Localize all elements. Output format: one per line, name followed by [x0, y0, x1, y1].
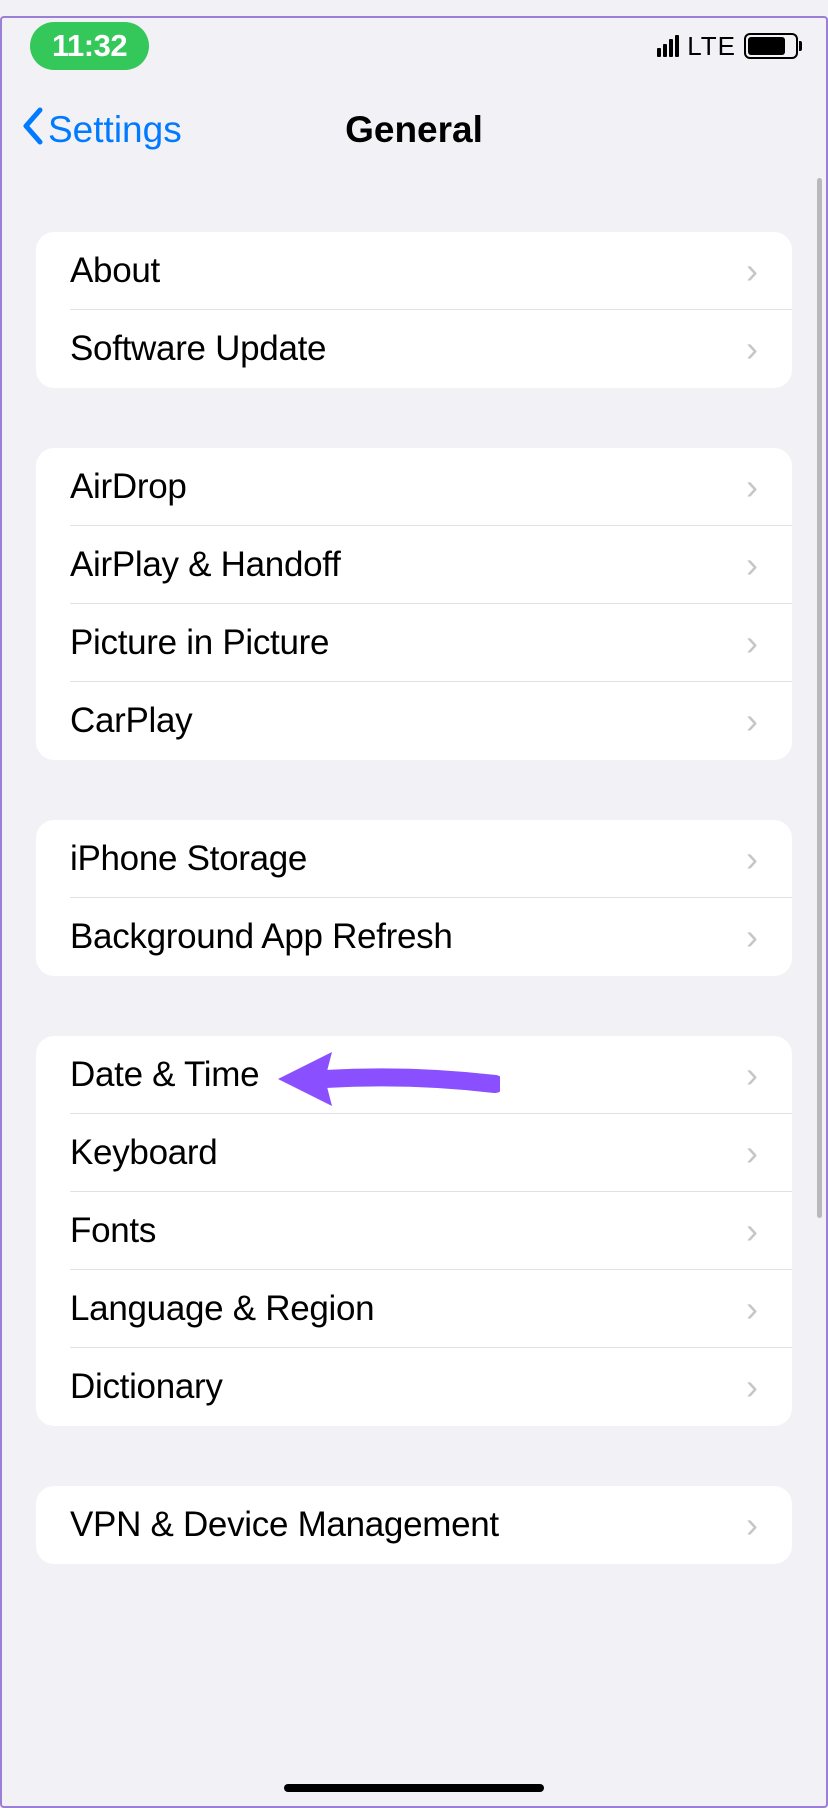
- status-indicators: LTE: [657, 31, 798, 62]
- settings-group: AirDrop › AirPlay & Handoff › Picture in…: [36, 448, 792, 760]
- row-label: About: [70, 251, 160, 291]
- row-picture-in-picture[interactable]: Picture in Picture ›: [36, 604, 792, 682]
- chevron-right-icon: ›: [746, 1366, 758, 1408]
- row-label: AirPlay & Handoff: [70, 545, 341, 585]
- chevron-right-icon: ›: [746, 622, 758, 664]
- row-label: Fonts: [70, 1211, 156, 1251]
- row-airplay-handoff[interactable]: AirPlay & Handoff ›: [36, 526, 792, 604]
- back-label: Settings: [48, 109, 182, 151]
- row-label: Language & Region: [70, 1289, 374, 1329]
- row-label: Date & Time: [70, 1055, 259, 1095]
- chevron-right-icon: ›: [746, 328, 758, 370]
- row-label: Keyboard: [70, 1133, 217, 1173]
- row-label: Picture in Picture: [70, 623, 329, 663]
- chevron-right-icon: ›: [746, 1288, 758, 1330]
- chevron-right-icon: ›: [746, 250, 758, 292]
- row-label: AirDrop: [70, 467, 187, 507]
- chevron-right-icon: ›: [746, 1054, 758, 1096]
- row-about[interactable]: About ›: [36, 232, 792, 310]
- status-bar: 11:32 LTE: [0, 16, 828, 76]
- settings-group: Date & Time › Keyboard › Fonts › Languag…: [36, 1036, 792, 1426]
- back-button[interactable]: Settings: [20, 106, 182, 154]
- page-title: General: [345, 109, 483, 151]
- signal-icon: [657, 35, 679, 57]
- chevron-right-icon: ›: [746, 700, 758, 742]
- chevron-right-icon: ›: [746, 544, 758, 586]
- chevron-right-icon: ›: [746, 838, 758, 880]
- chevron-right-icon: ›: [746, 1210, 758, 1252]
- row-carplay[interactable]: CarPlay ›: [36, 682, 792, 760]
- settings-group: iPhone Storage › Background App Refresh …: [36, 820, 792, 976]
- scroll-indicator: [817, 178, 822, 1218]
- battery-icon: [744, 33, 798, 59]
- row-label: VPN & Device Management: [70, 1505, 499, 1545]
- row-keyboard[interactable]: Keyboard ›: [36, 1114, 792, 1192]
- row-date-time[interactable]: Date & Time ›: [36, 1036, 792, 1114]
- row-label: Dictionary: [70, 1367, 223, 1407]
- nav-header: Settings General: [0, 90, 828, 170]
- chevron-right-icon: ›: [746, 1132, 758, 1174]
- settings-group: VPN & Device Management ›: [36, 1486, 792, 1564]
- settings-content: About › Software Update › AirDrop › AirP…: [0, 232, 828, 1564]
- row-label: Background App Refresh: [70, 917, 453, 957]
- row-vpn-device-management[interactable]: VPN & Device Management ›: [36, 1486, 792, 1564]
- row-dictionary[interactable]: Dictionary ›: [36, 1348, 792, 1426]
- row-label: Software Update: [70, 329, 326, 369]
- row-background-app-refresh[interactable]: Background App Refresh ›: [36, 898, 792, 976]
- row-fonts[interactable]: Fonts ›: [36, 1192, 792, 1270]
- row-language-region[interactable]: Language & Region ›: [36, 1270, 792, 1348]
- chevron-right-icon: ›: [746, 1504, 758, 1546]
- time-pill[interactable]: 11:32: [30, 22, 149, 70]
- chevron-left-icon: [20, 106, 44, 154]
- row-iphone-storage[interactable]: iPhone Storage ›: [36, 820, 792, 898]
- chevron-right-icon: ›: [746, 916, 758, 958]
- row-software-update[interactable]: Software Update ›: [36, 310, 792, 388]
- row-airdrop[interactable]: AirDrop ›: [36, 448, 792, 526]
- settings-group: About › Software Update ›: [36, 232, 792, 388]
- status-time: 11:32: [52, 28, 127, 63]
- chevron-right-icon: ›: [746, 466, 758, 508]
- row-label: iPhone Storage: [70, 839, 307, 879]
- home-indicator[interactable]: [284, 1784, 544, 1792]
- row-label: CarPlay: [70, 701, 192, 741]
- network-label: LTE: [687, 31, 736, 62]
